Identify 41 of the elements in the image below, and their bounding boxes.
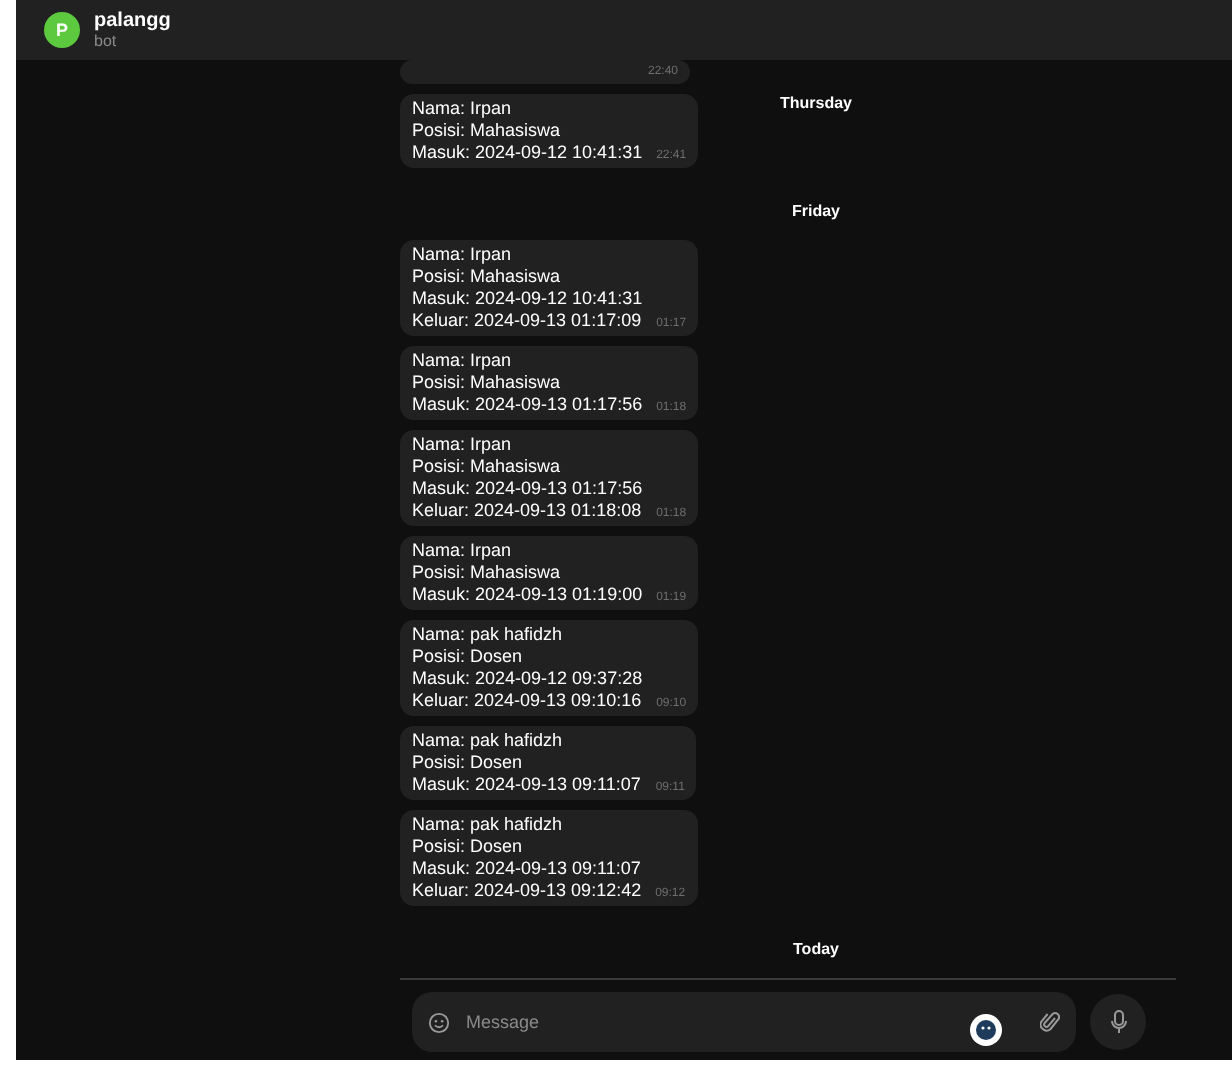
- message-line: Posisi: Mahasiswa: [412, 456, 563, 478]
- microphone-icon: [1109, 1010, 1127, 1034]
- message-line: Keluar: 2024-09-13 09:12:42: [412, 880, 642, 902]
- message-line: Nama: pak hafidzh: [412, 624, 565, 646]
- message-line: Nama: pak hafidzh: [412, 814, 565, 836]
- message-line: Nama: Irpan: [412, 540, 514, 562]
- message-line: Posisi: Mahasiswa: [412, 120, 563, 142]
- message-line: Keluar: 2024-09-13 01:17:09: [412, 310, 643, 332]
- message-line: Nama: pak hafidzh: [412, 730, 565, 752]
- message-line: Keluar: 2024-09-13 09:10:16: [412, 690, 643, 712]
- message-line: Keluar: 2024-09-13 01:18:08: [412, 500, 643, 522]
- message-line: Masuk: 2024-09-13 09:11:07: [412, 774, 641, 796]
- message-line: Nama: Irpan: [412, 244, 514, 266]
- message-line: Masuk: 2024-09-13 01:19:00: [412, 584, 643, 606]
- chat-title: palangg: [94, 10, 171, 32]
- paperclip-icon[interactable]: [1040, 1010, 1060, 1034]
- message-line: Nama: Irpan: [412, 350, 514, 372]
- date-label: Today: [793, 940, 839, 958]
- message-input[interactable]: Message: [462, 1010, 1028, 1034]
- date-label: Friday: [791, 202, 840, 220]
- floating-widget-icon[interactable]: [970, 1014, 1002, 1046]
- message-line: Posisi: Dosen: [412, 752, 525, 774]
- message-line: Posisi: Dosen: [412, 646, 525, 668]
- message-line: Posisi: Mahasiswa: [412, 562, 563, 584]
- message-line: Posisi: Dosen: [412, 836, 525, 858]
- chat-subtitle: bot: [94, 32, 119, 50]
- message-line: Posisi: Mahasiswa: [412, 372, 563, 394]
- message-line: Masuk: 2024-09-12 09:37:28: [412, 668, 643, 690]
- message-line: Posisi: Mahasiswa: [412, 266, 563, 288]
- voice-button[interactable]: [1090, 994, 1146, 1050]
- avatar: P: [44, 12, 80, 48]
- message-line: Masuk: 2024-09-12 10:41:31: [412, 142, 643, 164]
- message-line: Masuk: 2024-09-13 01:17:56: [412, 394, 643, 416]
- date-label: Thursday: [779, 94, 852, 112]
- emoji-icon[interactable]: [428, 1011, 450, 1033]
- message-line: Masuk: 2024-09-12 10:41:31: [412, 288, 643, 310]
- message-line: Nama: Irpan: [412, 434, 514, 456]
- message-field[interactable]: Message: [412, 992, 1076, 1052]
- message-line: Masuk: 2024-09-13 01:17:56: [412, 478, 643, 500]
- message-line: Nama: Irpan: [412, 98, 514, 120]
- message-line: Masuk: 2024-09-13 09:11:07: [412, 858, 642, 880]
